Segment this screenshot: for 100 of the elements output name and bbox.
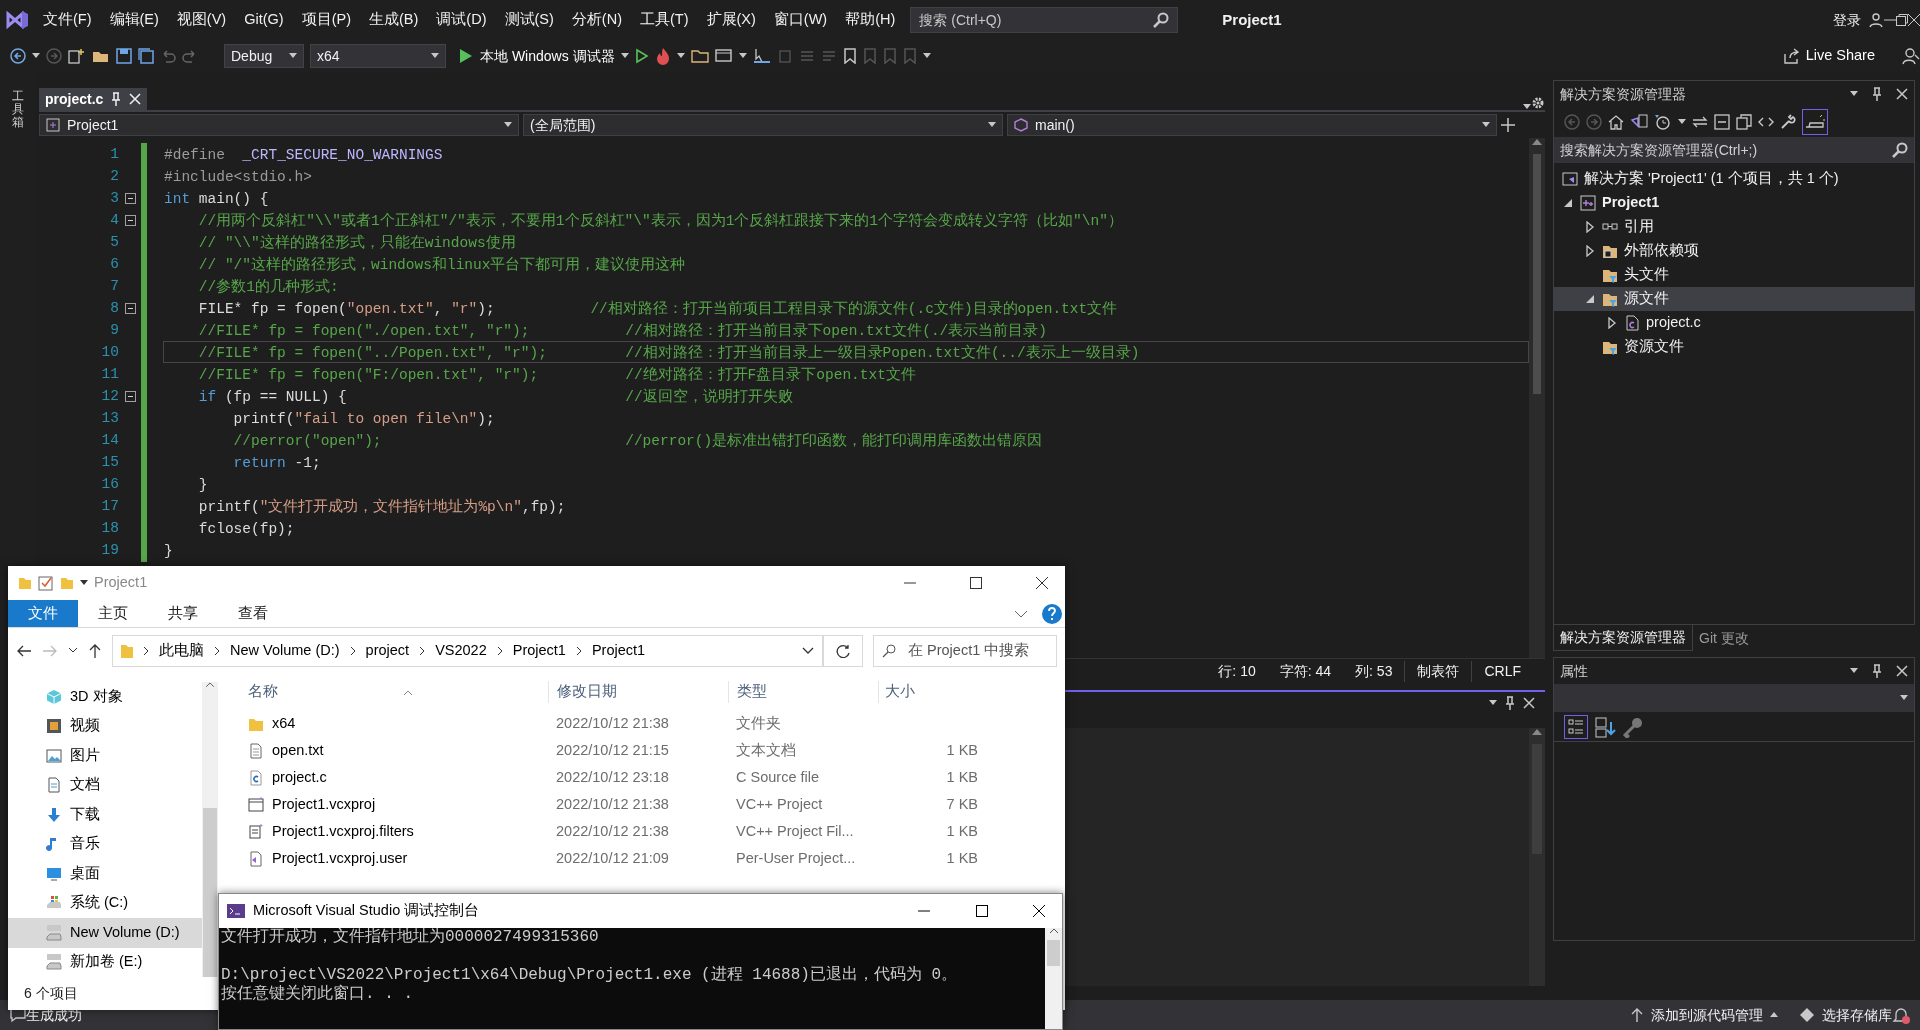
chevron-down-icon[interactable]	[1013, 608, 1028, 619]
person-icon[interactable]	[1868, 12, 1884, 28]
caret-icon[interactable]	[504, 122, 512, 128]
nav-item[interactable]: 新加卷 (E:)	[8, 947, 202, 977]
nav-item[interactable]: 文档	[8, 770, 202, 800]
tree-item[interactable]: 资源文件	[1554, 334, 1914, 359]
menu-item[interactable]: 视图(V)	[167, 9, 236, 31]
maximize-icon[interactable]	[970, 577, 982, 589]
caret-icon[interactable]	[32, 53, 40, 59]
breadcrumb-item[interactable]: Project1	[591, 640, 646, 662]
caret-icon[interactable]	[1678, 119, 1686, 125]
categorized-icon[interactable]	[1564, 714, 1588, 739]
folder-window-icon[interactable]	[690, 48, 709, 64]
search-field[interactable]: 在 Project1 中搜索	[873, 635, 1057, 667]
tree-item[interactable]: 外部依赖项	[1554, 238, 1914, 263]
toolbox-tab[interactable]: 工具箱	[11, 90, 24, 130]
caret-icon[interactable]	[738, 53, 747, 59]
configuration-dropdown[interactable]: Debug	[224, 44, 304, 68]
collapse-icon[interactable]	[124, 302, 136, 314]
nav-item[interactable]: 下载	[8, 800, 202, 830]
collapse-icon[interactable]	[124, 192, 136, 204]
close-icon[interactable]	[1033, 905, 1045, 917]
caret-icon[interactable]	[1900, 695, 1908, 701]
restore-icon[interactable]	[1896, 14, 1908, 26]
scroll-up-icon[interactable]	[205, 682, 215, 688]
nav-item[interactable]: 系统 (C:)	[8, 888, 202, 918]
caret-icon[interactable]	[1850, 91, 1858, 97]
chevron-down-icon[interactable]	[68, 647, 78, 655]
properties-icon[interactable]	[38, 575, 54, 591]
chevron-down-icon[interactable]	[802, 647, 814, 655]
menu-item[interactable]: 测试(S)	[495, 9, 563, 31]
file-name[interactable]: Project1.vcxproj.filters	[218, 820, 548, 843]
caret-icon[interactable]	[1523, 104, 1531, 110]
scrollbar[interactable]	[1045, 928, 1062, 1029]
close-icon[interactable]	[1036, 577, 1048, 589]
tree-item[interactable]: 源文件	[1554, 286, 1914, 311]
breadcrumb-item[interactable]: VS2022	[435, 640, 487, 662]
nav-item[interactable]: 视频	[8, 711, 202, 741]
breadcrumb-item[interactable]: project	[365, 640, 410, 662]
sort-icon[interactable]	[1594, 715, 1616, 738]
feedback-icon[interactable]	[1902, 47, 1920, 65]
menu-item[interactable]: 窗口(W)	[764, 9, 837, 31]
collapse-icon[interactable]	[124, 214, 136, 226]
live-share-button[interactable]: Live Share	[1782, 45, 1875, 67]
caret-icon[interactable]	[620, 53, 629, 59]
collapsed-icon[interactable]	[1606, 316, 1618, 329]
redo-icon[interactable]	[182, 48, 198, 64]
new-item-icon[interactable]	[68, 48, 86, 64]
column-header[interactable]: 大小	[878, 681, 978, 703]
menu-item[interactable]: 编辑(E)	[100, 9, 168, 31]
menu-item[interactable]: 项目(P)	[292, 9, 360, 31]
scrollbar[interactable]	[1529, 138, 1545, 658]
back-arrow-icon[interactable]	[16, 644, 32, 658]
start-debugging-button[interactable]: 本地 Windows 调试器	[459, 45, 615, 67]
tree-item[interactable]: project.c	[1554, 310, 1914, 335]
save-all-icon[interactable]	[138, 48, 154, 64]
maximize-icon[interactable]	[975, 905, 988, 917]
caret-icon[interactable]	[1482, 122, 1490, 128]
source-control-button[interactable]: 添加到源代码管理	[1630, 1004, 1778, 1026]
pin-icon[interactable]	[1872, 87, 1882, 101]
file-name[interactable]: Project1.vcxproj	[218, 793, 548, 816]
breadcrumb-item[interactable]: Project1	[512, 640, 566, 662]
save-icon[interactable]	[116, 48, 132, 64]
caret-icon[interactable]	[1850, 668, 1858, 674]
nav-item[interactable]: 图片	[8, 741, 202, 771]
caret-icon[interactable]	[431, 53, 439, 59]
menu-item[interactable]: 文件(F)	[34, 9, 101, 31]
copy-icon[interactable]	[1736, 114, 1752, 130]
platform-dropdown[interactable]: x64	[310, 44, 446, 68]
play-outline-icon[interactable]	[634, 48, 649, 64]
caret-icon[interactable]	[988, 122, 996, 128]
file-name[interactable]: Project1.vcxproj.user	[218, 847, 548, 870]
file-name[interactable]: open.txt	[218, 739, 548, 762]
flame-icon[interactable]	[654, 47, 671, 65]
file-name[interactable]: x64	[218, 712, 548, 735]
ribbon-tab[interactable]: 共享	[148, 600, 218, 627]
collapsed-icon[interactable]	[1584, 220, 1596, 233]
undo-icon[interactable]	[160, 48, 176, 64]
caret-icon[interactable]	[289, 53, 297, 59]
caret-icon[interactable]	[676, 53, 685, 59]
bookmark-icon[interactable]	[842, 48, 857, 64]
pin-icon[interactable]	[1505, 696, 1515, 710]
back-icon[interactable]	[10, 48, 26, 64]
nav-item[interactable]: New Volume (D:)	[8, 918, 202, 948]
column-header[interactable]: 修改日期	[548, 681, 728, 703]
scrollbar-thumb[interactable]	[1533, 154, 1541, 394]
scope-dropdown[interactable]: Project1	[39, 114, 519, 136]
line-ending-status[interactable]: CRLF	[1471, 661, 1533, 682]
vs-switch-icon[interactable]	[1630, 114, 1648, 130]
cursor-icon[interactable]	[752, 48, 771, 64]
panel-tab[interactable]: Git 更改	[1693, 625, 1755, 651]
address-bar[interactable]: 此电脑 New Volume (D:) project VS2022 Project1 Project1	[112, 635, 823, 667]
tree-item[interactable]: 头文件	[1554, 262, 1914, 287]
up-arrow-icon[interactable]	[88, 643, 102, 659]
ribbon-tab[interactable]: 主页	[78, 600, 148, 627]
file-name[interactable]: project.c	[218, 766, 548, 789]
search-icon[interactable]	[1892, 142, 1908, 158]
tree-item[interactable]: Project1	[1554, 190, 1914, 215]
menu-item[interactable]: 扩展(X)	[697, 9, 765, 31]
menu-item[interactable]: 生成(B)	[360, 9, 428, 31]
